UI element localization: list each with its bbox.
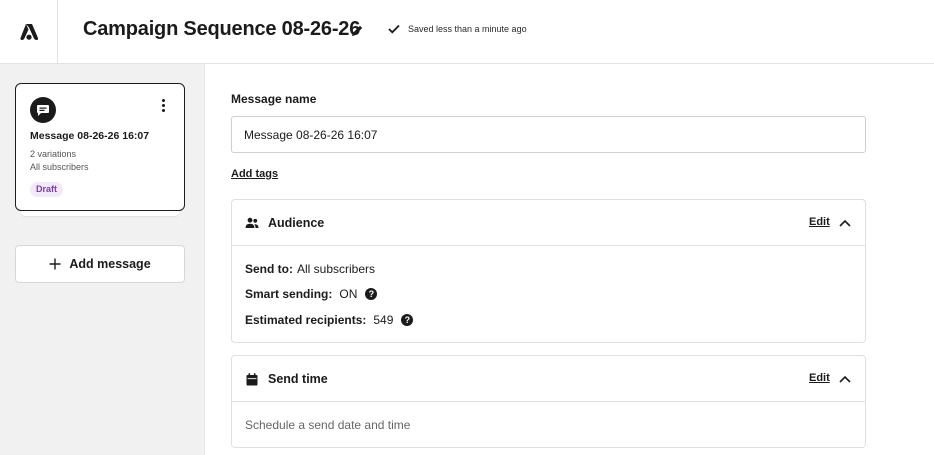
edit-title-pencil-icon[interactable] — [350, 23, 364, 37]
smart-sending-label: Smart sending: — [245, 287, 333, 301]
message-card-variations: 2 variations — [30, 149, 77, 159]
add-message-button[interactable]: Add message — [15, 245, 185, 283]
brand-logo-icon — [19, 23, 38, 40]
calendar-icon — [245, 372, 259, 386]
smart-sending-row: Smart sending: ON ? — [245, 287, 378, 301]
send-time-edit-link[interactable]: Edit — [809, 372, 830, 384]
sms-message-icon — [30, 97, 56, 123]
send-time-description: Schedule a send date and time — [245, 418, 411, 432]
message-card[interactable]: Message 08-26-26 16:07 2 variations All … — [15, 83, 185, 211]
save-status: Saved less than a minute ago — [388, 24, 527, 34]
more-options-icon[interactable] — [157, 97, 169, 113]
audience-panel-title: Audience — [268, 216, 325, 230]
estimated-recipients-value: 549 — [373, 313, 394, 327]
estimated-recipients-label: Estimated recipients: — [245, 313, 367, 327]
audience-panel: Audience Edit Send to: All subscribers S… — [231, 199, 866, 343]
estimated-recipients-row: Estimated recipients: 549 ? — [245, 313, 414, 327]
help-icon[interactable]: ? — [365, 288, 378, 300]
add-message-label: Add message — [69, 257, 151, 271]
page-title: Campaign Sequence 08-26-26 — [83, 18, 361, 40]
save-status-text: Saved less than a minute ago — [408, 24, 527, 34]
chevron-up-icon[interactable] — [838, 373, 852, 385]
checkmark-icon — [388, 24, 400, 34]
send-time-panel-header[interactable]: Send time Edit — [232, 356, 865, 402]
status-badge: Draft — [30, 182, 64, 197]
help-icon[interactable]: ? — [401, 314, 414, 326]
message-sidebar: Message 08-26-26 16:07 2 variations All … — [0, 64, 205, 455]
top-header: Campaign Sequence 08-26-26 Saved less th… — [0, 0, 934, 64]
send-time-panel: Send time Edit Schedule a send date and … — [231, 355, 866, 448]
users-icon — [245, 216, 259, 230]
add-tags-link[interactable]: Add tags — [231, 168, 278, 180]
audience-panel-header[interactable]: Audience Edit — [232, 200, 865, 246]
message-name-input[interactable] — [231, 116, 866, 153]
smart-sending-value: ON — [339, 287, 358, 301]
message-card-audience: All subscribers — [30, 162, 89, 172]
card-stack-shadow — [21, 211, 179, 216]
chevron-up-icon[interactable] — [838, 217, 852, 229]
send-to-value: All subscribers — [297, 262, 376, 276]
send-time-panel-title: Send time — [268, 372, 328, 386]
send-to-row: Send to: All subscribers — [245, 262, 375, 276]
message-name-label: Message name — [231, 92, 317, 106]
send-to-label: Send to: — [245, 262, 293, 276]
plus-icon — [49, 258, 61, 270]
message-card-title: Message 08-26-26 16:07 — [30, 130, 150, 142]
brand-logo[interactable] — [0, 0, 58, 63]
audience-edit-link[interactable]: Edit — [809, 216, 830, 228]
